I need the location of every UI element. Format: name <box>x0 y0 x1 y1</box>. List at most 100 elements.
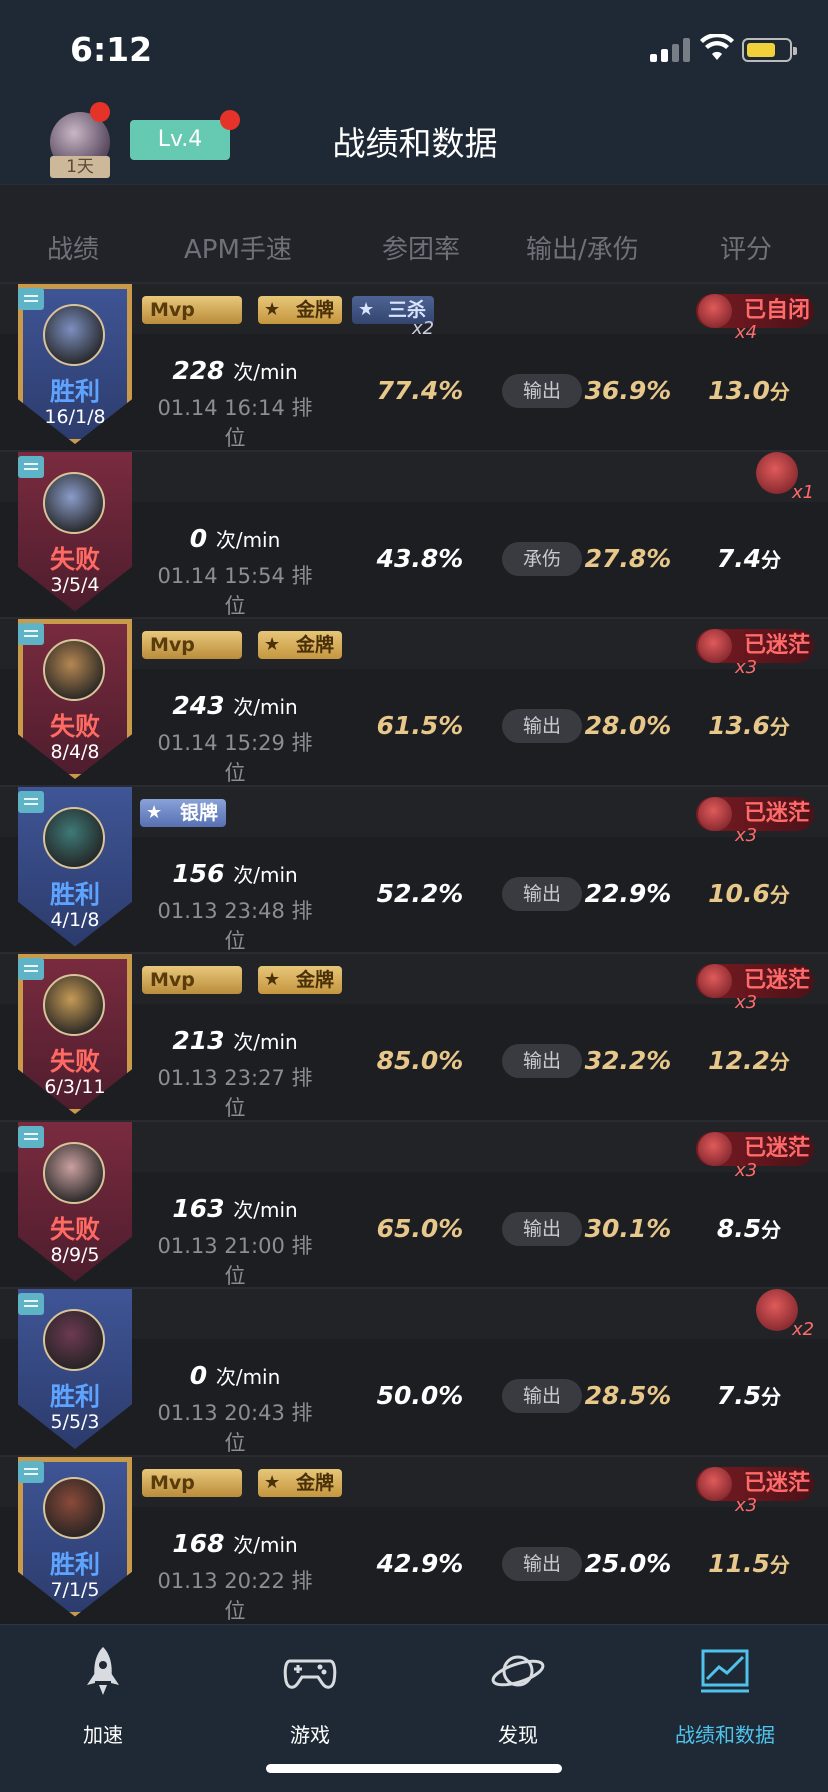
match-datetime: 01.13 21:00 排位 <box>157 1233 313 1288</box>
kda: 8/9/5 <box>50 1243 100 1266</box>
team-rate: 43.8% <box>376 543 464 573</box>
match-result: 失败 <box>49 1047 100 1076</box>
damage-value: 28.5% <box>584 1381 672 1410</box>
kda: 5/5/3 <box>50 1411 100 1433</box>
notification-dot <box>90 102 110 122</box>
tab-games[interactable]: 游戏 <box>240 1643 380 1753</box>
status-count: x3 <box>735 992 758 1013</box>
status-count: x4 <box>735 322 758 343</box>
damage-type-pill: 输出 <box>502 876 582 911</box>
team-rate: 85.0% <box>376 1046 464 1075</box>
damage-type-pill: 输出 <box>502 1044 582 1078</box>
damage-value: 36.9% <box>584 376 672 405</box>
kda: 6/3/11 <box>44 1076 106 1098</box>
table-header: 战绩 APM手速 参团率 输出/承伤 评分 <box>0 184 828 282</box>
menu-icon[interactable] <box>18 958 44 980</box>
match-datetime: 01.14 15:29 排位 <box>157 731 313 785</box>
menu-icon[interactable] <box>18 288 44 310</box>
match-row[interactable]: 失败8/4/8Mvp金牌已迷茫x3243 次/min01.14 15:29 排位… <box>0 617 828 785</box>
apm-value: 213 次/min <box>172 1026 298 1055</box>
hero-avatar <box>43 974 105 1036</box>
silver-medal-badge: 银牌 <box>140 798 226 827</box>
apm-value: 0 次/min <box>189 1361 281 1390</box>
match-result: 胜利 <box>49 879 100 909</box>
status-count: x3 <box>735 1159 758 1181</box>
gold-medal-badge: 金牌 <box>258 966 342 994</box>
apm-value: 156 次/min <box>172 858 298 888</box>
score-value: 13.0分 <box>708 376 790 405</box>
apm-value: 163 次/min <box>172 1193 298 1223</box>
menu-icon[interactable] <box>18 1293 44 1315</box>
tab-accelerate[interactable]: 加速 <box>33 1643 173 1753</box>
signal-icon <box>650 38 692 62</box>
planet-icon <box>491 1655 545 1687</box>
damage-value: 28.0% <box>584 711 672 740</box>
tab-discover[interactable]: 发现 <box>448 1643 588 1753</box>
status-count: x1 <box>792 481 815 503</box>
menu-icon[interactable] <box>18 455 44 478</box>
hero-avatar <box>43 1141 105 1204</box>
tab-stats[interactable]: 战绩和数据 <box>655 1643 795 1753</box>
team-rate: 52.2% <box>376 878 464 908</box>
damage-value: 30.1% <box>584 1213 672 1243</box>
score-value: 7.5分 <box>716 1381 782 1410</box>
match-row[interactable]: 失败 8/9/5 已迷茫 x3 163 次/min 01.13 21:00 排位 65.0%… <box>0 1119 828 1288</box>
match-row[interactable]: 胜利16/1/8Mvp金牌三杀x2已自闭x4228 次/min01.14 16:… <box>0 282 828 450</box>
kda: 4/1/8 <box>50 908 100 931</box>
top-header: 6:12 1天 Lv.4 战绩和数据 <box>0 0 828 184</box>
score-value: 8.5分 <box>716 1213 782 1243</box>
damage-type-pill: 输出 <box>502 374 582 408</box>
menu-icon[interactable] <box>18 790 44 813</box>
menu-icon[interactable] <box>18 1125 44 1148</box>
damage-value: 27.8% <box>584 543 672 573</box>
tab-label: 游戏 <box>290 1723 330 1747</box>
battery-icon <box>742 38 797 62</box>
match-result: 胜利 <box>49 1382 100 1411</box>
rocket-icon <box>87 1647 119 1695</box>
match-result: 失败 <box>49 544 100 574</box>
level-notification-dot <box>220 110 240 130</box>
menu-icon[interactable] <box>18 1460 44 1483</box>
triple-kill-count: x2 <box>412 318 435 339</box>
match-datetime: 01.14 15:54 排位 <box>157 563 313 618</box>
match-result: 失败 <box>49 1214 100 1244</box>
page-title: 战绩和数据 <box>332 124 498 163</box>
damage-type-pill: 承伤 <box>502 541 582 576</box>
match-result: 胜利 <box>49 1549 100 1579</box>
kda: 3/5/4 <box>50 573 100 596</box>
avatar-days-badge: 1天 <box>50 156 110 178</box>
match-row[interactable]: 胜利7/1/5Mvp金牌已迷茫x3168 次/min01.13 20:22 排位… <box>0 1454 828 1623</box>
match-result: 胜利 <box>49 377 100 406</box>
status-count: x3 <box>735 1494 758 1516</box>
status-icon <box>698 796 732 831</box>
match-datetime: 01.13 23:48 排位 <box>157 898 313 953</box>
gold-medal-badge: 金牌 <box>258 1468 342 1497</box>
apm-value: 243 次/min <box>172 691 298 720</box>
match-row[interactable]: 胜利4/1/8银牌已迷茫x3156 次/min01.13 23:48 排位52.… <box>0 784 828 953</box>
level-badge[interactable]: Lv.4 <box>130 120 230 160</box>
damage-value: 32.2% <box>584 1046 672 1075</box>
team-rate: 61.5% <box>376 711 464 740</box>
gold-medal-badge: 金牌 <box>258 631 342 659</box>
score-value: 10.6分 <box>708 878 790 908</box>
status-time: 6:12 <box>70 30 153 69</box>
damage-type-pill: 输出 <box>502 1211 582 1246</box>
match-row[interactable]: 失败6/3/11Mvp金牌已迷茫x3213 次/min01.13 23:27 排… <box>0 952 828 1120</box>
damage-type-pill: 输出 <box>502 1546 582 1581</box>
match-row[interactable]: 胜利 5/5/3 x2 0 次/min 01.13 20:43 排位 50.0% 输出 28.… <box>0 1287 828 1455</box>
tab-label: 发现 <box>498 1723 538 1747</box>
score-value: 11.5分 <box>708 1548 790 1578</box>
menu-icon[interactable] <box>18 623 44 645</box>
damage-type-pill: 输出 <box>502 709 582 743</box>
status-icon <box>698 1466 732 1501</box>
damage-type-pill: 输出 <box>502 1379 582 1413</box>
match-row[interactable]: 失败 3/5/4 x1 0 次/min 01.14 15:54 排位 43.8% 承伤 27.… <box>0 449 828 618</box>
hero-avatar <box>43 1309 105 1371</box>
match-datetime: 01.14 16:14 排位 <box>157 396 313 450</box>
status-icon <box>698 1131 732 1166</box>
tab-label: 战绩和数据 <box>675 1723 775 1747</box>
mvp-badge: Mvp <box>142 296 242 324</box>
hero-avatar <box>43 1476 105 1539</box>
hero-avatar <box>43 639 105 701</box>
damage-value: 25.0% <box>584 1548 672 1578</box>
